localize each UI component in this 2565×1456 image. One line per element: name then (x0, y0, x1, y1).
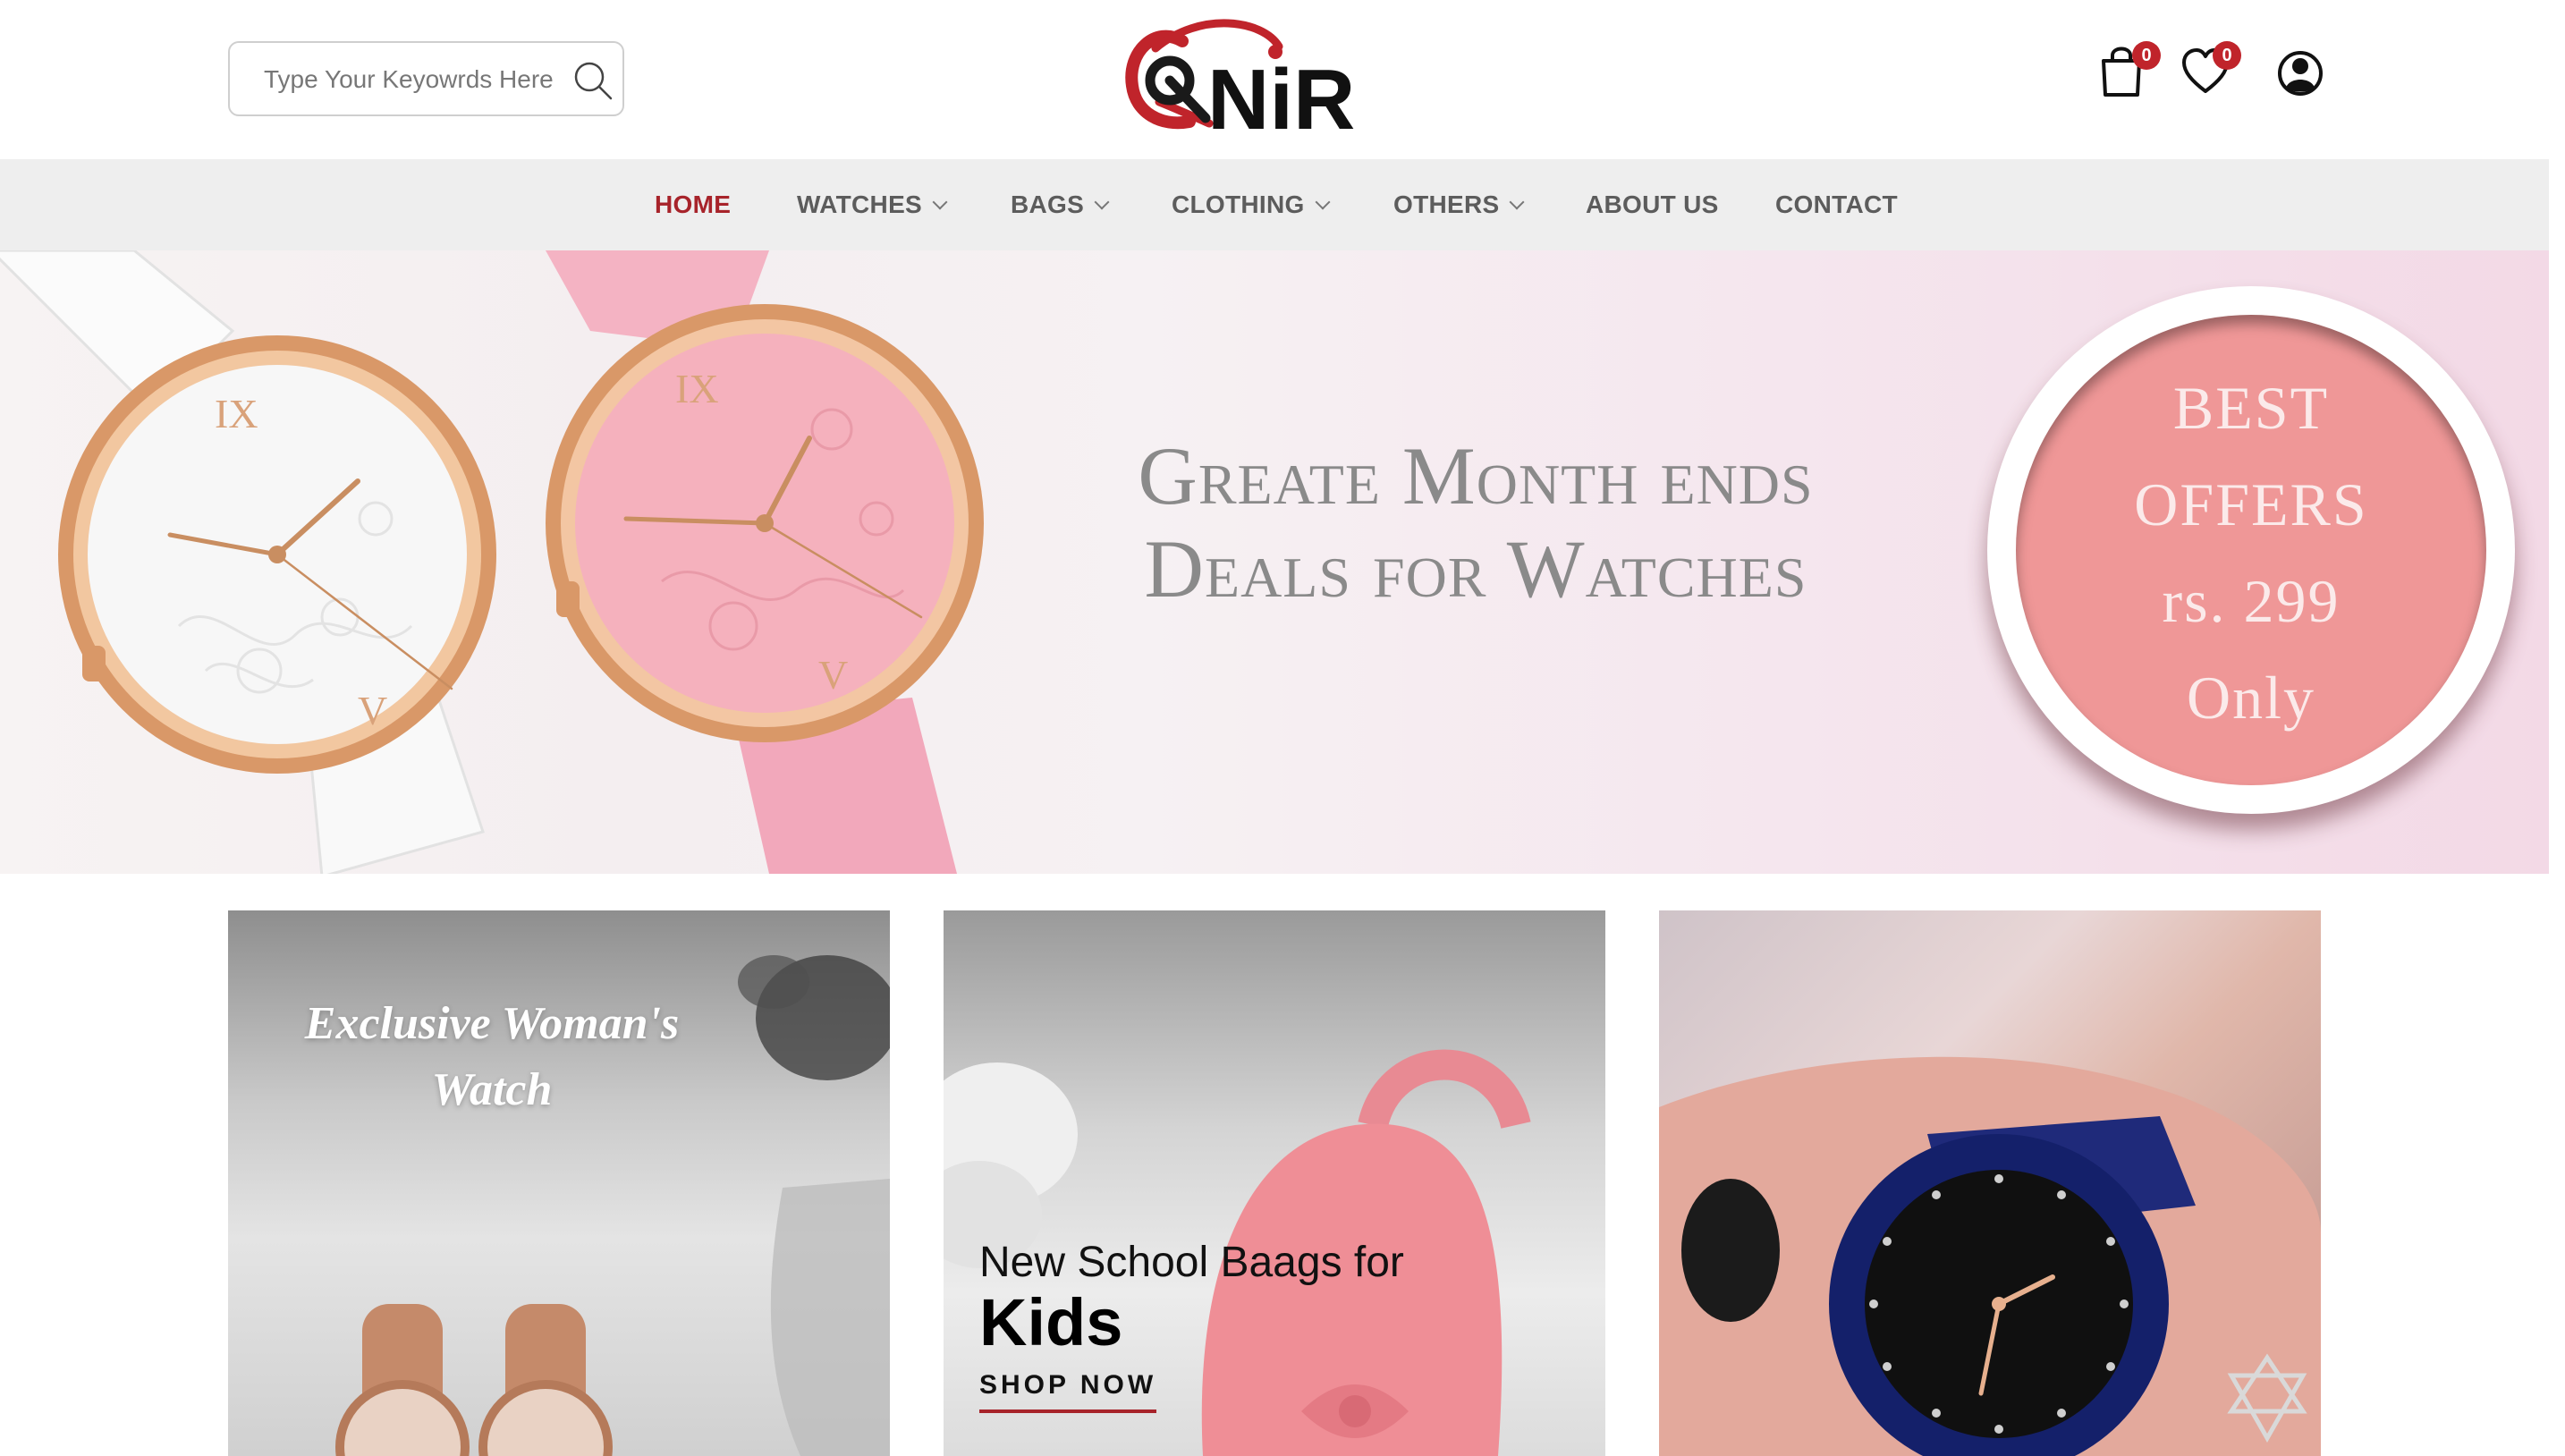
best-offer-circle: BEST OFFERS rs. 299 Only (2016, 315, 2486, 785)
offer-line-3: rs. 299 (2162, 567, 2341, 635)
nav-item-clothing[interactable]: CLOTHING (1172, 159, 1331, 250)
search-box (228, 41, 624, 116)
shop-now-link[interactable]: SHOP NOW (979, 1370, 1157, 1413)
promo-card-1-title: Exclusive Woman's Watch (228, 991, 756, 1123)
offer-line-1: BEST (2172, 374, 2330, 442)
svg-text:NiR: NiR (1207, 52, 1355, 138)
wishlist-count-badge: 0 (2213, 41, 2241, 70)
main-nav: HOME WATCHES BAGS CLOTHING OTHERS ABOUT … (0, 159, 2549, 250)
promo-card-school-bags[interactable]: New School Baags for Kids SHOP NOW (944, 910, 1605, 1456)
promo-card-2-subtitle: New School Baags for (979, 1239, 1404, 1286)
user-icon (2278, 51, 2323, 96)
promo-card-2-title: Kids (979, 1285, 1123, 1359)
cart-button[interactable]: 0 (2098, 41, 2161, 102)
hero-headline-line-1: Greate Month ends (1138, 430, 1814, 521)
hero-headline-line-2: Deals for Watches (1144, 523, 1807, 614)
promo-card-1-title-line-1: Exclusive Woman's (304, 998, 680, 1049)
svg-text:IX: IX (215, 391, 258, 436)
wishlist-button[interactable]: 0 (2180, 41, 2241, 102)
promo-card-1-title-line-2: Watch (431, 1064, 553, 1115)
offer-line-2: OFFERS (2134, 470, 2368, 538)
chevron-down-icon (1509, 194, 1525, 210)
chevron-down-icon (932, 194, 948, 210)
search-input[interactable] (264, 59, 554, 100)
nav-item-contact[interactable]: CONTACT (1775, 159, 1898, 250)
hero-banner[interactable]: IX V IX V Greate Month ends Deals for Wa… (0, 250, 2549, 874)
promo-card-galaxy-watch[interactable] (1659, 910, 2321, 1456)
best-offer-badge: BEST OFFERS rs. 299 Only (1987, 286, 2515, 814)
hero-headline: Greate Month ends Deals for Watches (1118, 429, 1833, 615)
chevron-down-icon (1315, 194, 1331, 210)
promo-card-womens-watch[interactable]: Exclusive Woman's Watch (228, 910, 890, 1456)
nav-item-about-us[interactable]: ABOUT US (1586, 159, 1719, 250)
search-icon[interactable] (571, 59, 614, 102)
nav-item-bags[interactable]: BAGS (1011, 159, 1110, 250)
svg-text:IX: IX (675, 366, 719, 411)
cart-count-badge: 0 (2132, 41, 2161, 70)
nav-item-home[interactable]: HOME (655, 159, 731, 250)
chevron-down-icon (1094, 194, 1110, 210)
site-logo[interactable]: NiR (1120, 16, 1361, 148)
watches-image: IX V IX V (0, 250, 984, 874)
site-header: NiR 0 0 (0, 0, 2549, 159)
svg-text:V: V (818, 652, 848, 698)
svg-text:V: V (358, 688, 387, 733)
account-button[interactable] (2277, 45, 2324, 102)
nav-item-others[interactable]: OTHERS (1393, 159, 1525, 250)
offer-line-4: Only (2187, 664, 2315, 732)
galaxy-watch-image (1659, 1056, 2321, 1456)
nav-item-watches[interactable]: WATCHES (797, 159, 948, 250)
